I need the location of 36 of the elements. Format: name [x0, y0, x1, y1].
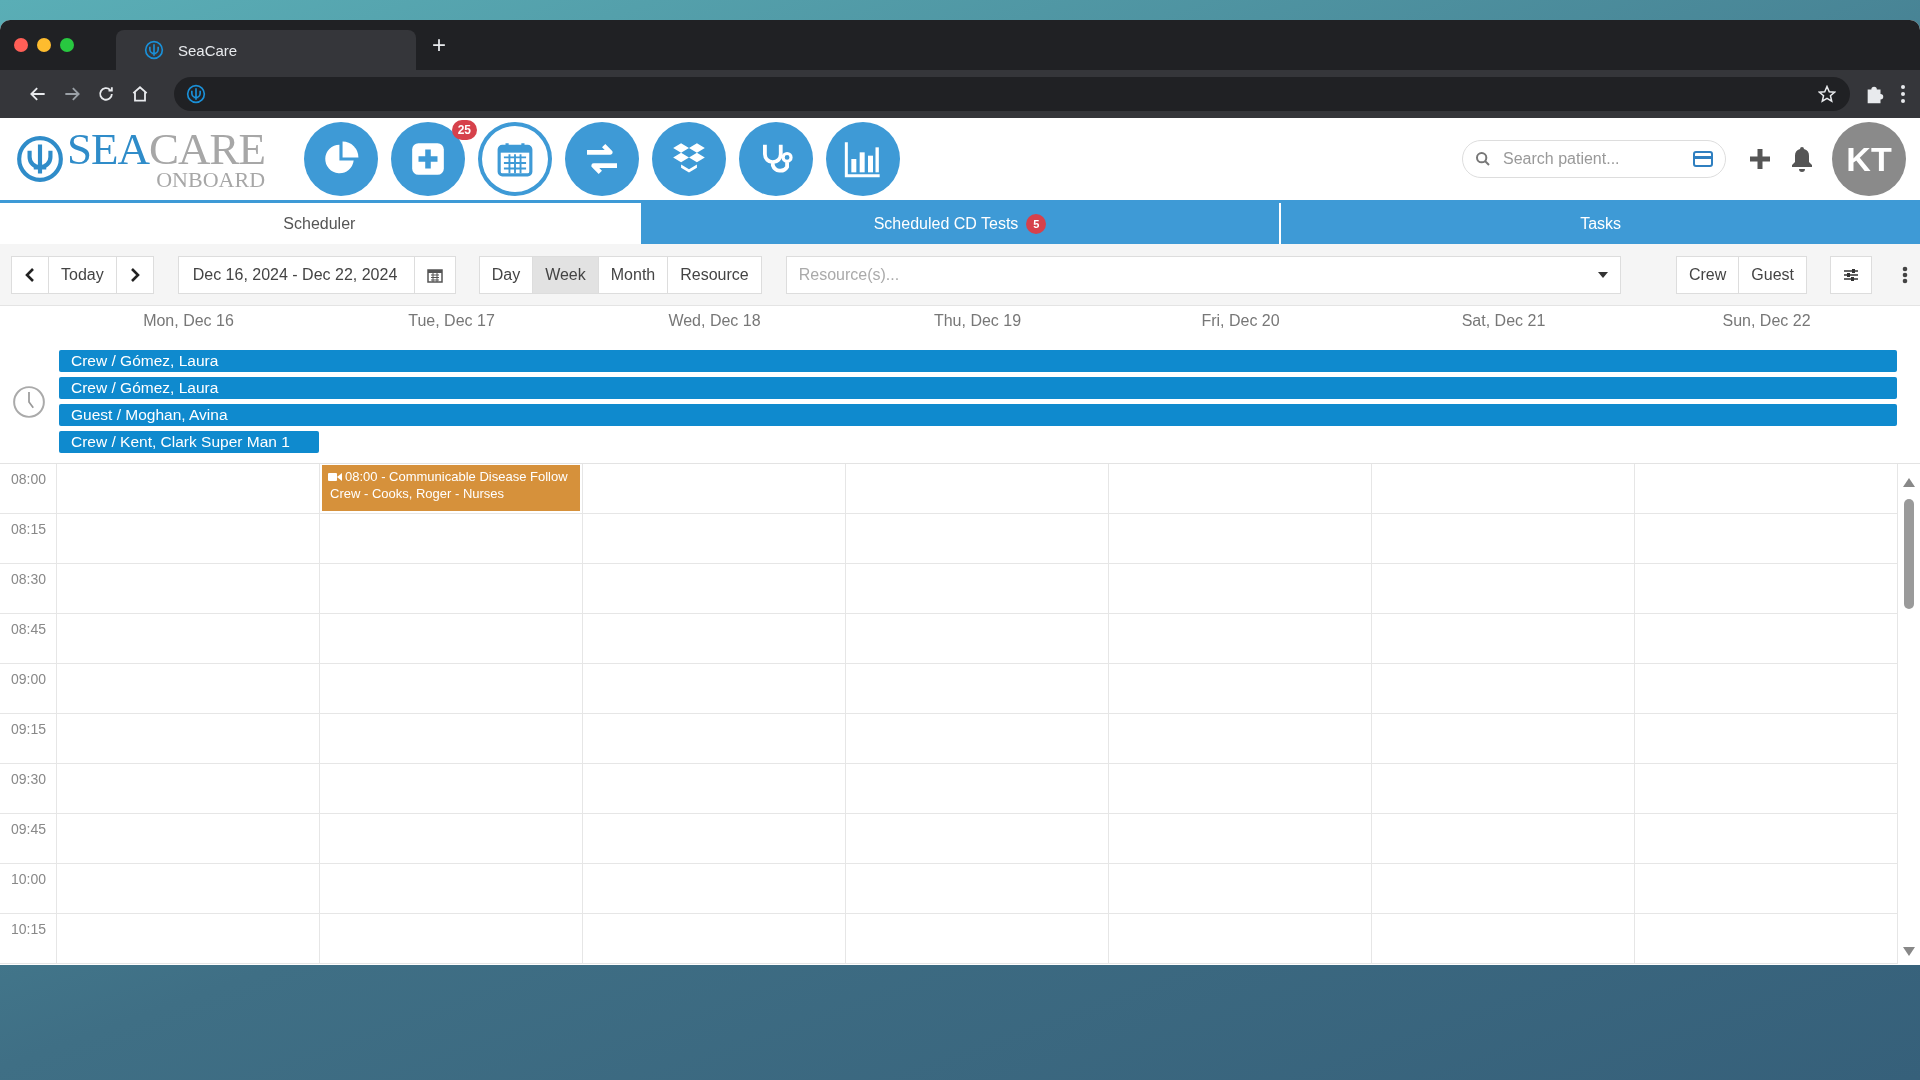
filter-button[interactable]: Guest	[1738, 255, 1807, 294]
all-day-event[interactable]: Crew / Kent, Clark Super Man 1	[59, 431, 319, 453]
logo-tagline: ONBOARD	[156, 170, 266, 190]
time-label: 08:45	[0, 614, 57, 663]
all-day-event[interactable]: Crew / Gómez, Laura	[59, 377, 1897, 399]
view-button[interactable]: Month	[597, 255, 669, 294]
browser-tab[interactable]: SeaCare	[116, 30, 416, 70]
day-header: Sat, Dec 21	[1460, 312, 1547, 330]
all-day-event[interactable]: Crew / Gómez, Laura	[59, 350, 1897, 372]
time-label: 09:30	[0, 764, 57, 813]
view-button[interactable]: Day	[478, 255, 534, 294]
time-label: 08:00	[0, 464, 57, 513]
day-header: Tue, Dec 17	[407, 312, 496, 330]
time-label: 08:30	[0, 564, 57, 613]
date-range-field[interactable]: Dec 16, 2024 - Dec 22, 2024	[177, 255, 415, 294]
day-header: Mon, Dec 16	[142, 312, 235, 330]
tab[interactable]: Scheduled CD Tests 5	[638, 203, 1280, 244]
count-badge: 5	[1026, 213, 1047, 234]
logo-text: SEACARE	[67, 128, 266, 170]
view-button[interactable]: Resource	[667, 255, 762, 294]
filter-button[interactable]: Crew	[1675, 255, 1740, 294]
new-tab-button[interactable]: +	[432, 31, 446, 59]
time-label: 09:15	[0, 714, 57, 763]
day-header: Thu, Dec 19	[932, 312, 1023, 330]
all-day-event[interactable]: Guest / Moghan, Avina	[59, 404, 1897, 426]
time-label: 09:45	[0, 814, 57, 863]
time-label: 10:00	[0, 864, 57, 913]
today-button[interactable]: Today	[48, 255, 117, 294]
view-button[interactable]: Week	[532, 255, 599, 294]
time-label: 10:15	[0, 914, 57, 963]
count-badge: 25	[451, 120, 477, 140]
day-header: Fri, Dec 20	[1200, 312, 1281, 330]
time-label: 09:00	[0, 664, 57, 713]
time-label: 08:15	[0, 514, 57, 563]
day-header: Wed, Dec 18	[667, 312, 762, 330]
day-header: Sun, Dec 22	[1721, 312, 1812, 330]
